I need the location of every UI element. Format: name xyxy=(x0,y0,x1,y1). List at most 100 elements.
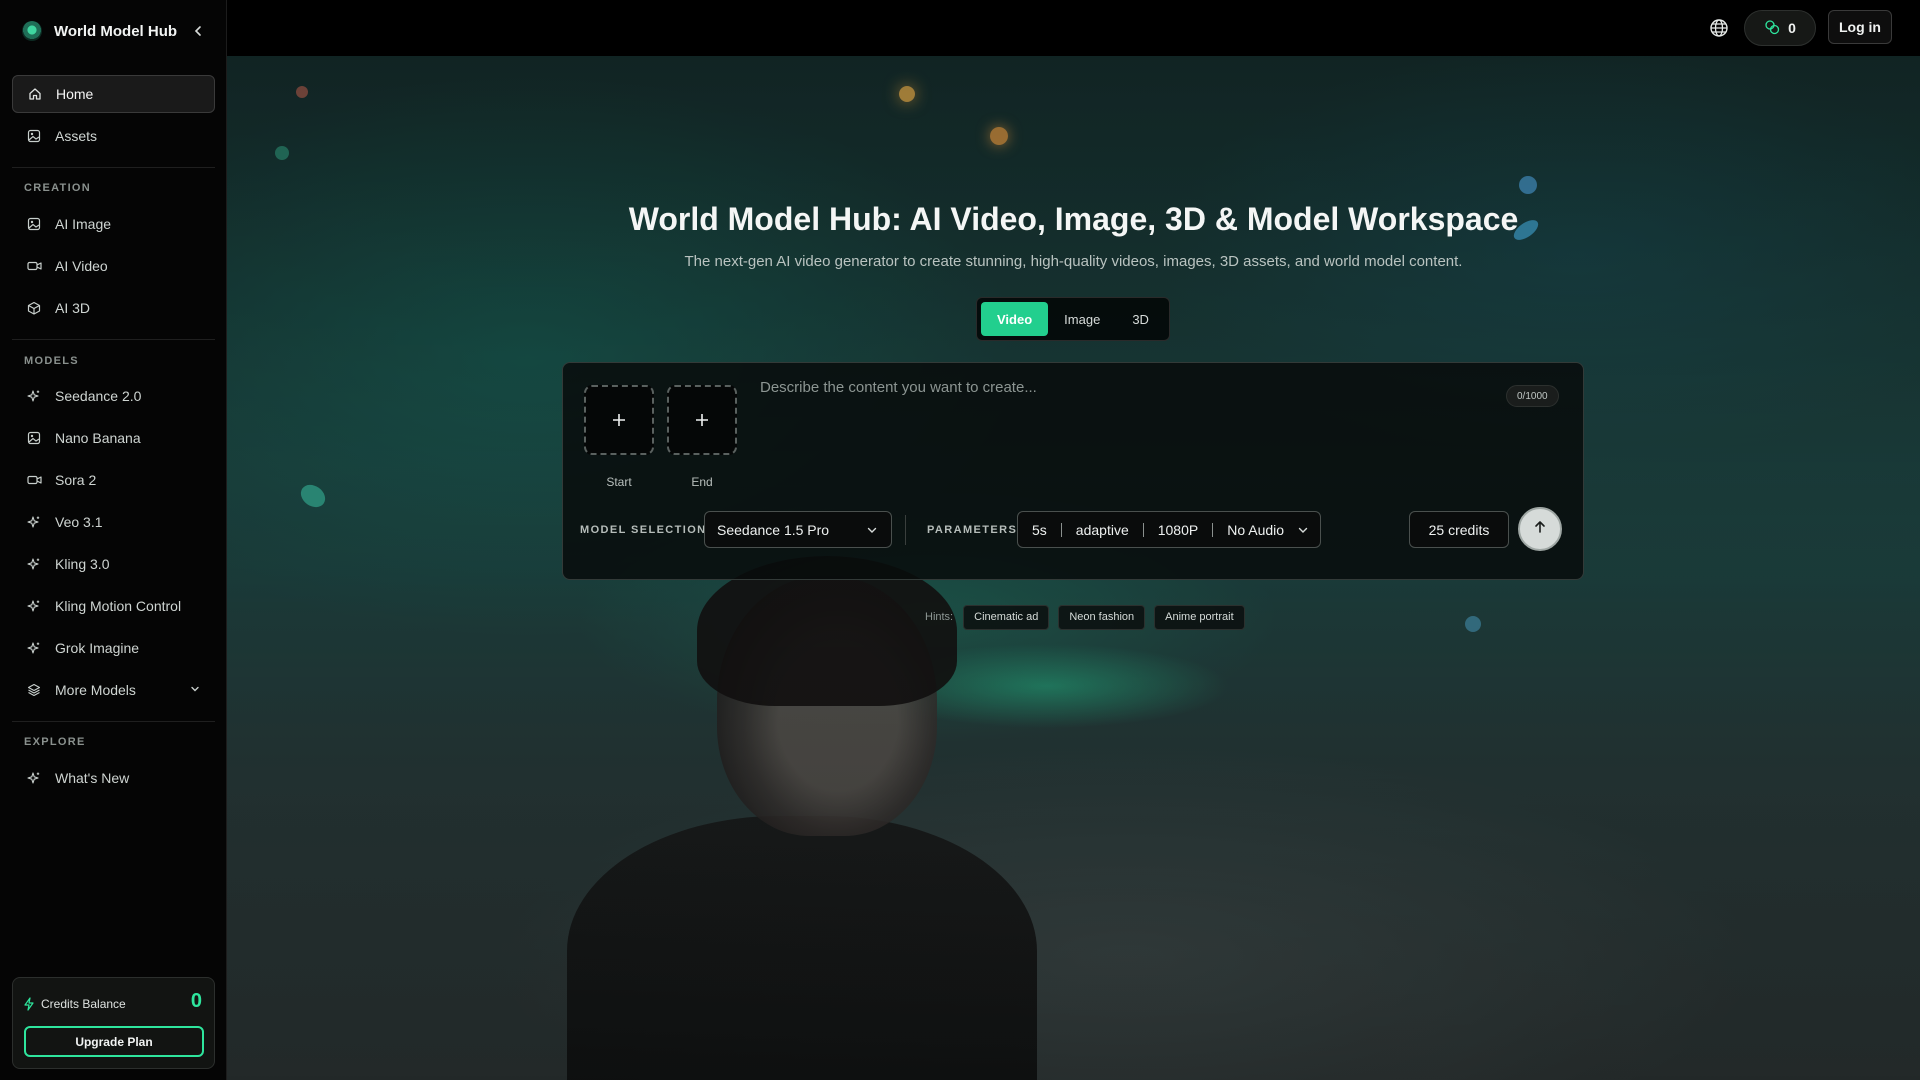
image-icon xyxy=(26,430,42,446)
sparkle-icon xyxy=(26,770,42,786)
prompt-panel: Start End 0/1000 MODEL SELECTION Seedanc… xyxy=(562,362,1584,580)
chevron-down-icon xyxy=(865,523,879,540)
tab-video[interactable]: Video xyxy=(981,302,1049,336)
start-frame-label: Start xyxy=(606,475,632,489)
credits-label-text: Credits Balance xyxy=(41,997,126,1011)
divider xyxy=(12,721,215,722)
coins-icon xyxy=(1764,19,1780,38)
param-resolution: 1080P xyxy=(1157,521,1199,538)
hints-row: Hints: Cinematic ad Neon fashion Anime p… xyxy=(925,604,1254,630)
sidebar-item-kling[interactable]: Kling 3.0 xyxy=(12,545,215,583)
end-frame-upload[interactable] xyxy=(667,385,737,455)
sidebar-item-ai-3d[interactable]: AI 3D xyxy=(12,289,215,327)
model-select[interactable]: Seedance 1.5 Pro xyxy=(704,511,892,548)
sidebar-item-ai-image[interactable]: AI Image xyxy=(12,205,215,243)
credits-balance-label: Credits Balance xyxy=(23,997,126,1011)
sparkle-icon xyxy=(26,388,42,404)
param-separator xyxy=(1142,522,1144,537)
sidebar-item-label: Kling 3.0 xyxy=(55,556,110,572)
collapse-sidebar-icon[interactable] xyxy=(188,21,208,41)
sidebar-item-label: More Models xyxy=(55,682,136,698)
sparkle-icon xyxy=(26,556,42,572)
brand[interactable]: World Model Hub xyxy=(22,19,212,43)
upgrade-plan-button[interactable]: Upgrade Plan xyxy=(24,1026,204,1057)
sidebar-item-home[interactable]: Home xyxy=(12,75,215,113)
login-button[interactable]: Log in xyxy=(1828,10,1892,44)
sidebar-item-nano-banana[interactable]: Nano Banana xyxy=(12,419,215,457)
image-icon xyxy=(26,216,42,232)
tab-image[interactable]: Image xyxy=(1048,302,1116,336)
language-globe-icon[interactable] xyxy=(1707,16,1731,40)
video-icon xyxy=(26,258,42,274)
home-icon xyxy=(27,86,43,102)
plus-icon xyxy=(695,407,709,433)
sidebar-item-label: Kling Motion Control xyxy=(55,598,182,614)
section-title-models: MODELS xyxy=(24,355,79,367)
divider xyxy=(12,339,215,340)
sidebar-item-label: Assets xyxy=(55,128,98,144)
char-count: 0/1000 xyxy=(1506,385,1559,407)
page-subtitle: The next-gen AI video generator to creat… xyxy=(684,253,1463,270)
sidebar-item-veo[interactable]: Veo 3.1 xyxy=(12,503,215,541)
mode-tabs: Video Image 3D xyxy=(976,297,1170,341)
plus-icon xyxy=(612,407,626,433)
tab-3d[interactable]: 3D xyxy=(1116,302,1165,336)
param-separator xyxy=(1060,522,1062,537)
arrow-up-icon xyxy=(1533,520,1547,539)
credits-balance-value: 0 xyxy=(190,990,202,1012)
sidebar-item-grok-imagine[interactable]: Grok Imagine xyxy=(12,629,215,667)
sidebar-item-label: What's New xyxy=(55,770,130,786)
sidebar-item-assets[interactable]: Assets xyxy=(12,117,215,155)
lightning-icon xyxy=(23,997,35,1011)
hero-section: World Model Hub: AI Video, Image, 3D & M… xyxy=(227,56,1920,1080)
sidebar-item-label: AI 3D xyxy=(55,300,91,316)
model-selection-label: MODEL SELECTION xyxy=(580,524,707,536)
sidebar-item-label: Veo 3.1 xyxy=(55,514,103,530)
prompt-input[interactable] xyxy=(760,379,1480,459)
divider xyxy=(12,167,215,168)
sidebar-item-label: Home xyxy=(56,86,94,102)
sidebar-item-label: AI Video xyxy=(55,258,108,274)
hint-chip[interactable]: Anime portrait xyxy=(1154,604,1245,630)
sidebar-item-sora[interactable]: Sora 2 xyxy=(12,461,215,499)
sidebar-item-more-models[interactable]: More Models xyxy=(12,671,215,709)
credits-cost-button[interactable]: 25 credits xyxy=(1409,511,1509,548)
hints-label: Hints: xyxy=(925,611,954,623)
sidebar-item-whats-new[interactable]: What's New xyxy=(12,759,215,797)
topbar: 0 Log in xyxy=(227,0,1920,56)
brand-name: World Model Hub xyxy=(54,22,178,40)
parameters-select[interactable]: 5s adaptive 1080P No Audio xyxy=(1017,511,1321,548)
sidebar-item-label: AI Image xyxy=(55,216,112,232)
sparkle-icon xyxy=(26,514,42,530)
sidebar-item-kling-motion-control[interactable]: Kling Motion Control xyxy=(12,587,215,625)
points-button[interactable]: 0 xyxy=(1744,10,1816,46)
layers-icon xyxy=(26,682,42,698)
param-separator xyxy=(1212,522,1214,537)
section-title-creation: CREATION xyxy=(24,182,92,194)
divider xyxy=(905,515,906,545)
end-frame-label: End xyxy=(691,475,713,489)
sidebar-item-label: Sora 2 xyxy=(55,472,97,488)
sidebar-item-label: Seedance 2.0 xyxy=(55,388,142,404)
parameters-label: PARAMETERS xyxy=(927,524,1018,536)
image-icon xyxy=(26,128,42,144)
submit-button[interactable] xyxy=(1518,507,1562,551)
sidebar-item-seedance[interactable]: Seedance 2.0 xyxy=(12,377,215,415)
start-frame-upload[interactable] xyxy=(584,385,654,455)
sidebar-item-ai-video[interactable]: AI Video xyxy=(12,247,215,285)
points-value: 0 xyxy=(1788,20,1796,36)
hint-chip[interactable]: Neon fashion xyxy=(1058,604,1146,630)
sparkle-icon xyxy=(26,640,42,656)
chevron-down-icon xyxy=(1296,523,1310,537)
hint-chip[interactable]: Cinematic ad xyxy=(963,604,1050,630)
param-audio: No Audio xyxy=(1227,521,1285,538)
sidebar: World Model Hub Home Assets CREATION AI … xyxy=(0,0,227,1080)
cube-icon xyxy=(26,300,42,316)
model-select-value: Seedance 1.5 Pro xyxy=(717,521,830,538)
section-title-explore: EXPLORE xyxy=(24,736,86,748)
chevron-down-icon xyxy=(189,682,201,698)
param-duration: 5s xyxy=(1032,521,1047,538)
param-ratio: adaptive xyxy=(1075,521,1129,538)
sidebar-item-label: Nano Banana xyxy=(55,430,141,446)
brand-logo-icon xyxy=(22,21,42,41)
